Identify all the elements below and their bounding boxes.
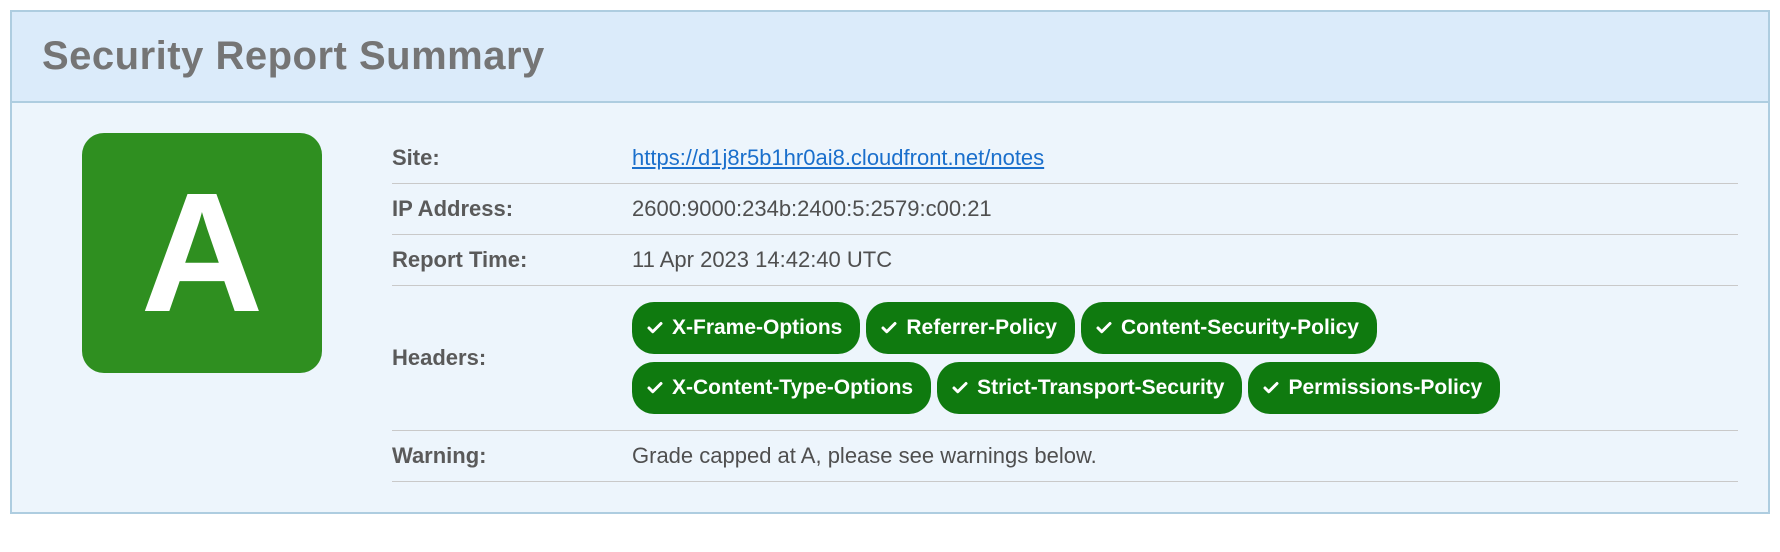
warning-value: Grade capped at A, please see warnings b… [632,430,1738,481]
check-icon [951,379,969,397]
header-badge-label: X-Frame-Options [672,308,842,348]
site-label: Site: [392,133,632,184]
panel-title: Security Report Summary [42,34,1738,79]
time-label: Report Time: [392,235,632,286]
ip-row: IP Address: 2600:9000:234b:2400:5:2579:c… [392,184,1738,235]
header-badge: Content-Security-Policy [1081,302,1377,354]
site-row: Site: https://d1j8r5b1hr0ai8.cloudfront.… [392,133,1738,184]
header-badge-label: Content-Security-Policy [1121,308,1359,348]
header-badge: X-Frame-Options [632,302,860,354]
header-badge: Strict-Transport-Security [937,362,1242,414]
headers-row: Headers: X-Frame-Options Referrer-Policy C… [392,286,1738,431]
header-badge-label: Permissions-Policy [1288,368,1482,408]
check-icon [880,319,898,337]
time-value: 11 Apr 2023 14:42:40 UTC [632,235,1738,286]
header-badge-label: Strict-Transport-Security [977,368,1224,408]
header-badge-label: X-Content-Type-Options [672,368,913,408]
check-icon [1095,319,1113,337]
check-icon [646,379,664,397]
check-icon [1262,379,1280,397]
ip-label: IP Address: [392,184,632,235]
panel-body: A Site: https://d1j8r5b1hr0ai8.cloudfron… [12,103,1768,512]
ip-value: 2600:9000:234b:2400:5:2579:c00:21 [632,184,1738,235]
header-badge: Referrer-Policy [866,302,1075,354]
header-badge: Permissions-Policy [1248,362,1500,414]
grade-letter: A [141,168,264,338]
grade-badge: A [82,133,322,373]
warning-row: Warning: Grade capped at A, please see w… [392,430,1738,481]
site-link[interactable]: https://d1j8r5b1hr0ai8.cloudfront.net/no… [632,145,1044,170]
site-value-cell: https://d1j8r5b1hr0ai8.cloudfront.net/no… [632,133,1738,184]
check-icon [646,319,664,337]
headers-badges-cell: X-Frame-Options Referrer-Policy Content-Se… [632,286,1738,431]
time-row: Report Time: 11 Apr 2023 14:42:40 UTC [392,235,1738,286]
headers-label: Headers: [392,286,632,431]
header-badge-label: Referrer-Policy [906,308,1057,348]
panel-header: Security Report Summary [12,12,1768,103]
warning-label: Warning: [392,430,632,481]
header-badge: X-Content-Type-Options [632,362,931,414]
security-report-panel: Security Report Summary A Site: https://… [10,10,1770,514]
details-table: Site: https://d1j8r5b1hr0ai8.cloudfront.… [392,133,1738,482]
